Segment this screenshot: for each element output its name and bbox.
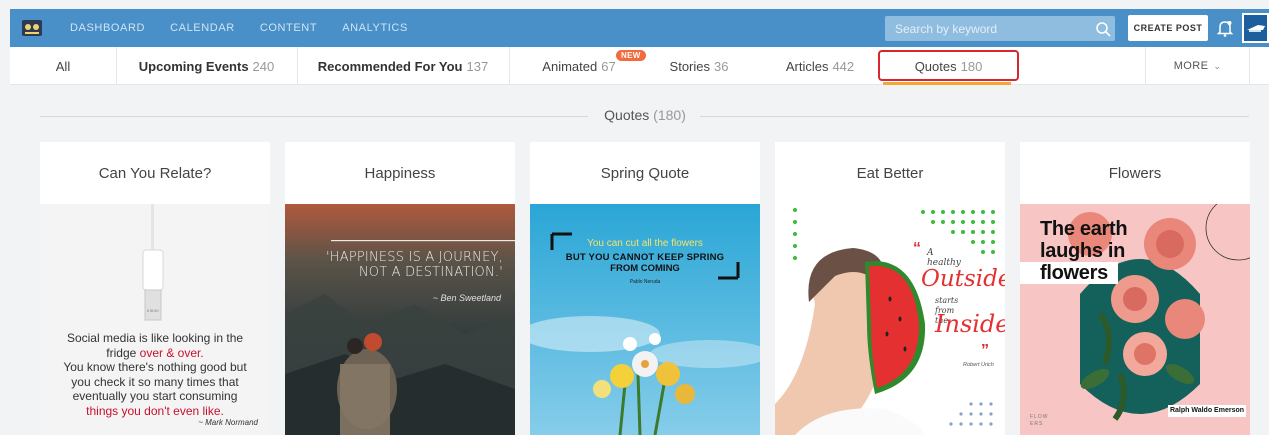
card-author: ~ Mark Normand [198,418,258,427]
section-divider-right [700,116,1249,117]
main-nav: DASHBOARD CALENDAR CONTENT ANALYTICS [70,22,408,34]
app-logo[interactable] [10,9,54,47]
card-quote-text: 'HAPPINESS IS A JOURNEY, NOT A DESTINATI… [326,250,503,280]
tab-upcoming-events[interactable]: Upcoming Events 240 [116,47,297,85]
section-title: Quotes (180) [604,107,686,123]
card-title: Eat Better [856,164,924,182]
card-image: The earth laughs in flowers Ralph Waldo … [1020,204,1250,435]
card-title: Spring Quote [600,164,690,182]
card-image: IIIIIIIII Social media is like looking i… [40,204,270,435]
card-image: 'HAPPINESS IS A JOURNEY, NOT A DESTINATI… [285,204,515,435]
quote-card[interactable]: Eat Better “ A healthy Outside starts fr… [775,142,1005,435]
more-dropdown[interactable]: MORE ⌄ [1145,47,1250,85]
notification-bell-icon[interactable] [1215,18,1235,38]
nav-dashboard[interactable]: DASHBOARD [70,22,145,34]
avatar-image-icon [1246,25,1265,32]
mountain-couple-photo [285,204,515,435]
quote-mark-icon: ” [981,342,989,359]
new-badge: NEW [616,50,646,61]
quote-card[interactable]: Can You Relate? IIIIIIIII Social media i… [40,142,270,435]
card-title: Flowers [1108,164,1162,182]
card-title: Can You Relate? [98,164,212,182]
active-tab-underline [883,82,1011,85]
quote-mark-icon: “ [913,240,921,257]
user-avatar[interactable] [1242,13,1269,43]
card-quote-text: You can cut all the flowers BUT YOU CANN… [565,238,725,285]
chevron-down-icon: ⌄ [1213,60,1222,71]
top-navigation-bar: DASHBOARD CALENDAR CONTENT ANALYTICS CRE… [10,9,1269,47]
quote-card[interactable]: Spring Quote You can cut all the flowers… [530,142,760,435]
card-author: Ralph Waldo Emerson [1169,407,1245,414]
quote-card[interactable]: Happiness 'HAPPINESS IS A JOURNEY, NOT A… [285,142,515,435]
search-box [885,16,1115,41]
category-tabs: All Upcoming Events 240 Recommended For Y… [10,47,1269,85]
nav-content[interactable]: CONTENT [260,22,317,34]
section-divider-left [40,116,588,117]
nav-calendar[interactable]: CALENDAR [170,22,235,34]
card-quote-text: The earth laughs in flowers [1040,218,1128,284]
search-icon[interactable] [1091,17,1115,41]
logo-icon [22,20,42,36]
card-author: ~ Ben Sweetland [432,293,501,303]
selected-tab-highlight [878,50,1019,81]
tab-stories[interactable]: Stories 36 [649,47,749,85]
tab-all[interactable]: All [10,47,116,85]
card-image: “ A healthy Outside starts from the Insi… [775,204,1005,435]
card-title: Happiness [364,164,436,182]
card-quote-text: A healthy [927,248,961,268]
create-post-button[interactable]: CREATE POST [1128,15,1208,41]
card-image: You can cut all the flowers BUT YOU CANN… [530,204,760,435]
nav-analytics[interactable]: ANALYTICS [342,22,408,34]
tab-articles[interactable]: Articles 442 [765,47,875,85]
card-author: Robert Urich [963,362,994,368]
card-quote-text: Social media is like looking in the frid… [63,331,247,418]
tab-recommended[interactable]: Recommended For You 137 [297,47,509,85]
search-input[interactable] [885,21,1091,36]
quote-card[interactable]: Flowers The earth laughs in flowers Ralp… [1020,142,1250,435]
